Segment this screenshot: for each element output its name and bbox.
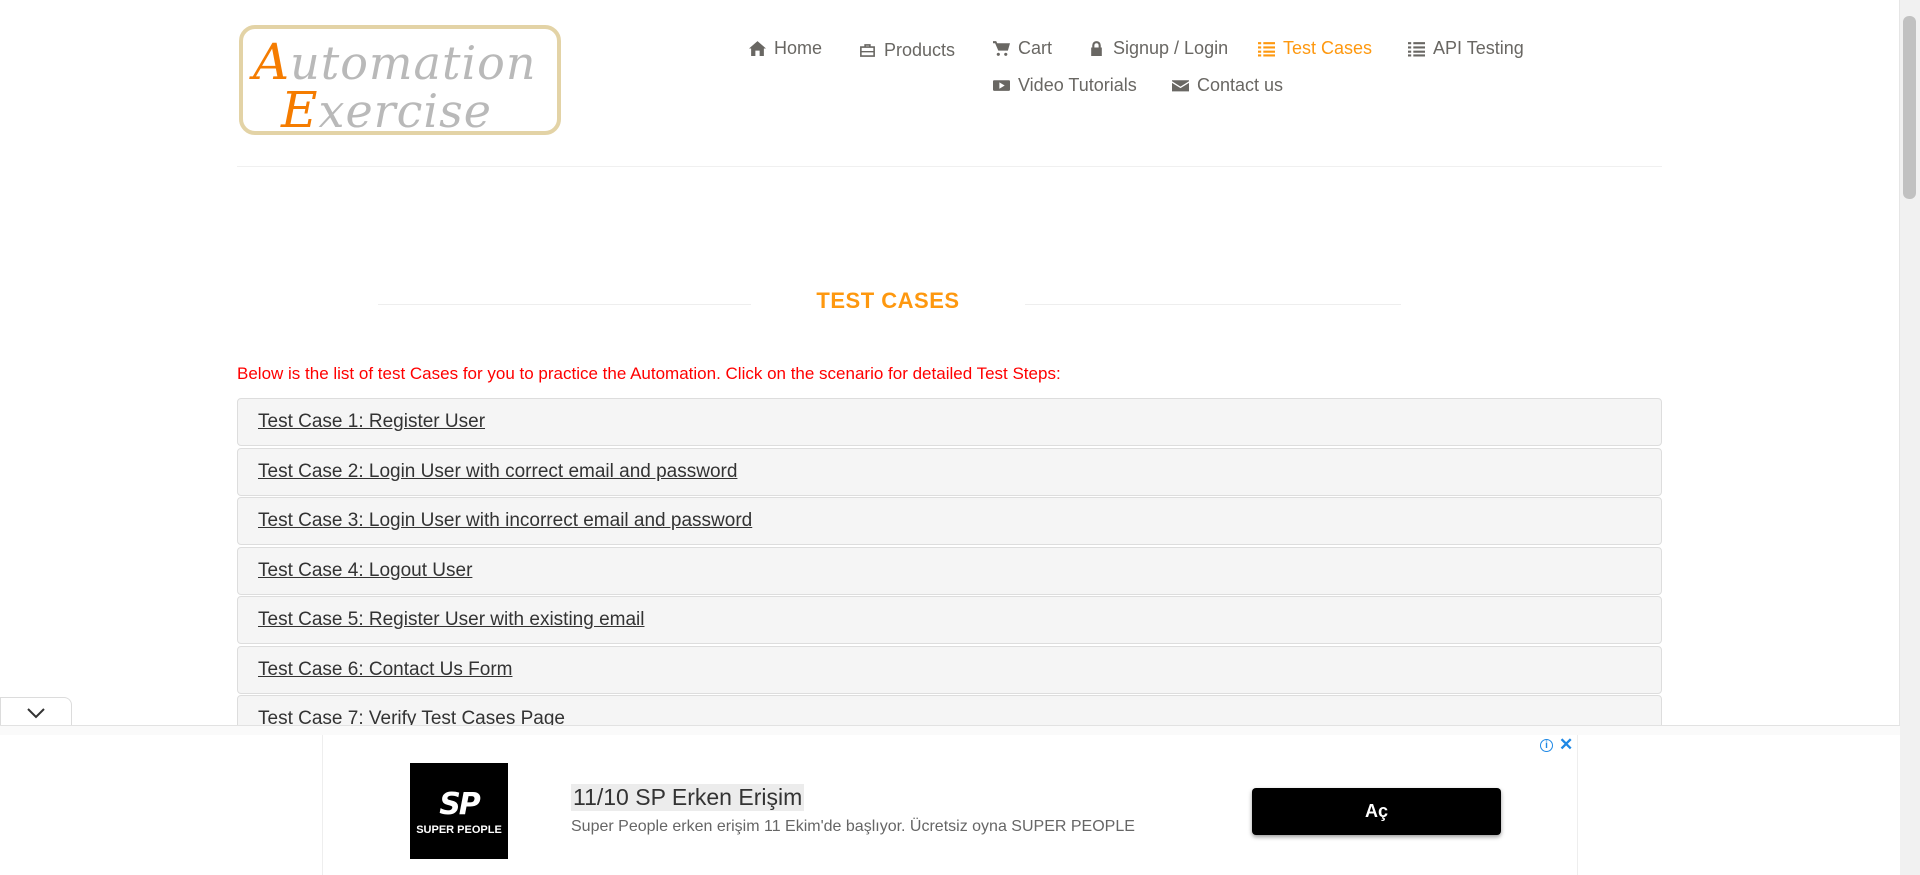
- nav-contact-us[interactable]: Contact us: [1172, 75, 1283, 96]
- test-case-item: Test Case 5: Register User with existing…: [237, 596, 1662, 644]
- list-icon: [1408, 42, 1425, 57]
- list-icon: [1258, 42, 1275, 57]
- briefcase-icon: [860, 44, 875, 57]
- test-case-link[interactable]: Test Case 2: Login User with correct ema…: [258, 461, 737, 483]
- envelope-icon: [1172, 80, 1189, 92]
- youtube-icon: [993, 80, 1010, 91]
- chevron-down-icon: [27, 707, 45, 718]
- test-case-item: Test Case 4: Logout User: [237, 546, 1662, 595]
- site-header: Automation Exercise: [237, 0, 1662, 167]
- logo-line-2: Exercise: [281, 81, 492, 139]
- site-logo[interactable]: Automation Exercise: [239, 25, 561, 139]
- page-scrollbar[interactable]: [1899, 0, 1920, 875]
- ad-description: Super People erken erişim 11 Ekim'de baş…: [571, 818, 1135, 835]
- nav-home[interactable]: Home: [749, 38, 822, 59]
- scrollbar-thumb[interactable]: [1903, 16, 1916, 199]
- page-title: TEST CASES: [816, 288, 960, 313]
- lock-icon: [1091, 41, 1102, 56]
- test-case-item: Test Case 2: Login User with correct ema…: [237, 447, 1662, 496]
- ad-open-button[interactable]: Aç: [1252, 788, 1501, 835]
- nav-products[interactable]: Products: [859, 40, 955, 61]
- cart-icon: [993, 41, 1010, 56]
- test-case-item: Test Case 6: Contact Us Form: [237, 645, 1662, 694]
- ad-collapse-toggle[interactable]: [0, 697, 72, 727]
- intro-text: Below is the list of test Cases for you …: [237, 364, 1061, 383]
- ad-controls: i ✕: [1540, 735, 1573, 755]
- test-case-link[interactable]: Test Case 1: Register User: [258, 411, 485, 433]
- ad-title[interactable]: 11/10 SP Erken Erişim: [571, 784, 805, 811]
- nav-signup-login[interactable]: Signup / Login: [1088, 38, 1228, 59]
- test-case-link[interactable]: Test Case 4: Logout User: [258, 560, 472, 582]
- test-case-link[interactable]: Test Case 3: Login User with incorrect e…: [258, 510, 752, 532]
- home-icon: [749, 41, 766, 56]
- test-case-link[interactable]: Test Case 6: Contact Us Form: [258, 659, 512, 681]
- close-icon[interactable]: ✕: [1559, 735, 1573, 755]
- info-icon[interactable]: i: [1540, 738, 1553, 752]
- ad-logo[interactable]: SP SUPER PEOPLE: [410, 763, 508, 859]
- ad-logo-brand: SUPER PEOPLE: [416, 823, 502, 836]
- test-case-list: Test Case 1: Register User Test Case 2: …: [237, 398, 1662, 745]
- nav-video-tutorials[interactable]: Video Tutorials: [993, 75, 1137, 96]
- nav-test-cases[interactable]: Test Cases: [1258, 38, 1372, 59]
- test-case-link[interactable]: Test Case 5: Register User with existing…: [258, 609, 644, 631]
- ad-logo-mark: SP: [439, 786, 481, 822]
- nav-cart[interactable]: Cart: [993, 38, 1052, 59]
- test-case-item: Test Case 3: Login User with incorrect e…: [237, 497, 1662, 545]
- nav-api-testing[interactable]: API Testing: [1408, 38, 1524, 59]
- test-case-item: Test Case 1: Register User: [237, 398, 1662, 446]
